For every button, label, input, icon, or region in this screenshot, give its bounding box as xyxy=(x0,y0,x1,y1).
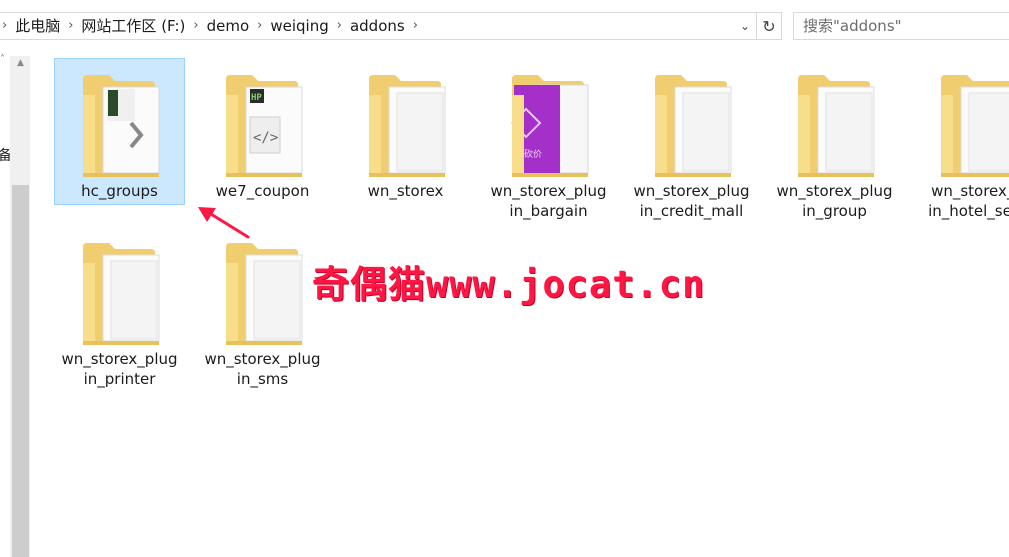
folder-item-wn-storex[interactable]: wn_storex xyxy=(340,58,471,205)
chevron-right-icon[interactable]: › xyxy=(66,13,75,39)
breadcrumb-label[interactable]: 此电脑 xyxy=(9,13,66,39)
folder-item-hc-groups[interactable]: hc_groups xyxy=(54,58,185,205)
chevron-right-icon[interactable]: › xyxy=(335,13,344,39)
folder-icon xyxy=(226,243,303,345)
folder-label: wn_storex xyxy=(367,182,444,200)
svg-text:HP: HP xyxy=(251,93,262,103)
breadcrumb-item[interactable]: demo xyxy=(201,13,256,39)
folder-label: wn_storex_plug in_bargain xyxy=(490,182,607,220)
scroll-up-icon[interactable]: ▲ xyxy=(12,58,29,68)
folder-icon xyxy=(83,75,160,177)
chevron-right-icon[interactable]: › xyxy=(0,13,9,39)
svg-text:砍价: 砍价 xyxy=(524,148,542,160)
breadcrumb-item[interactable]: 此电脑 xyxy=(9,13,66,39)
chevron-right-icon[interactable]: › xyxy=(411,13,420,39)
scrollbar-thumb[interactable] xyxy=(12,185,29,557)
folder-icon: HP </> xyxy=(226,75,303,177)
folder-icon xyxy=(798,75,875,177)
svg-text:</>: </> xyxy=(253,130,278,146)
folder-item-wn-storex-plugin-group[interactable]: wn_storex_plug in_group xyxy=(769,58,900,220)
address-bar[interactable]: › 此电脑 › 网站工作区 (F:) › demo › weiqing › ad… xyxy=(0,12,782,40)
folder-label: wn_storex_plug in_group xyxy=(776,182,893,220)
watermark-text: 奇偶猫www.jocat.cn xyxy=(312,263,706,306)
refresh-icon[interactable]: ↻ xyxy=(756,13,781,39)
breadcrumb-label[interactable]: weiqing xyxy=(264,13,334,39)
folder-label: hc_groups xyxy=(81,182,158,200)
folder-item-wn-storex-plugin-sms[interactable]: wn_storex_plug in_sms xyxy=(197,226,328,388)
folder-item-we7-coupon[interactable]: HP </> we7_coupon xyxy=(197,58,328,205)
breadcrumb-item[interactable]: addons xyxy=(344,13,411,39)
arrow-annotation xyxy=(198,207,250,239)
folder-item-wn-storex-plugin-printer[interactable]: wn_storex_plug in_printer xyxy=(54,226,185,388)
breadcrumb-label[interactable]: demo xyxy=(201,13,256,39)
navigation-pane: ˄ 备 ▲ xyxy=(0,48,32,557)
folder-icon xyxy=(941,75,1009,177)
nav-up-icon[interactable]: ˄ xyxy=(0,54,10,65)
folder-item-wn-storex-plugin-bargain[interactable]: 砍价 wn_storex_plug in_bargain xyxy=(483,58,614,220)
folder-icon: 砍价 xyxy=(510,75,589,177)
chevron-right-icon[interactable]: › xyxy=(255,13,264,39)
folder-icon xyxy=(655,75,732,177)
folder-label: wn_storex_plug in_credit_mall xyxy=(633,182,750,220)
folder-label: wn_storex_plug in_printer xyxy=(61,350,178,388)
search-input[interactable] xyxy=(794,14,1009,38)
address-row: › 此电脑 › 网站工作区 (F:) › demo › weiqing › ad… xyxy=(0,0,1009,48)
folder-item-wn-storex-plugin-hotel-service[interactable]: wn_storex_p in_hotel_serv xyxy=(912,58,1009,220)
breadcrumb-label[interactable]: addons xyxy=(344,13,411,39)
folder-label: we7_coupon xyxy=(215,182,310,200)
chevron-right-icon[interactable]: › xyxy=(191,13,200,39)
folder-item-wn-storex-plugin-credit-mall[interactable]: wn_storex_plug in_credit_mall xyxy=(626,58,757,220)
folder-label: wn_storex_p in_hotel_serv xyxy=(928,182,1009,220)
breadcrumb-item[interactable]: 网站工作区 (F:) xyxy=(75,13,191,39)
folder-icon xyxy=(369,75,446,177)
breadcrumb-item[interactable]: weiqing xyxy=(264,13,334,39)
search-box[interactable] xyxy=(793,12,1009,40)
breadcrumb-label[interactable]: 网站工作区 (F:) xyxy=(75,13,191,39)
chevron-down-icon[interactable]: ⌄ xyxy=(734,13,756,39)
folder-label: wn_storex_plug in_sms xyxy=(204,350,321,388)
folder-icon xyxy=(83,243,160,345)
